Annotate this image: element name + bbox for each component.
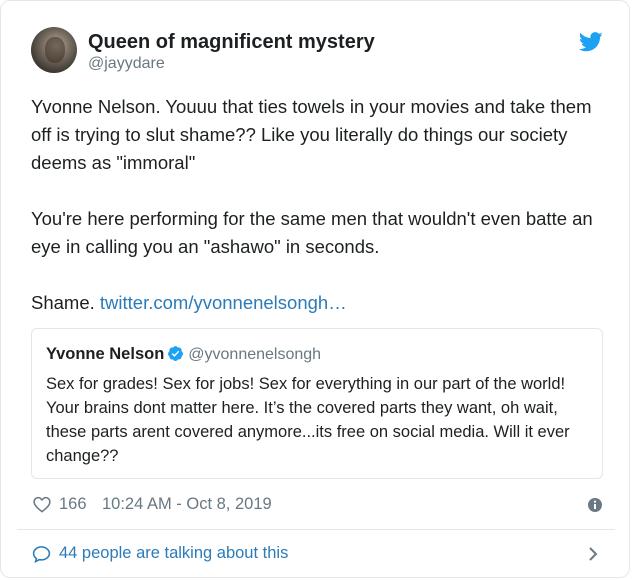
- speech-bubble-icon: [32, 546, 51, 563]
- conversation-label[interactable]: 44 people are talking about this: [59, 544, 288, 563]
- author-display-name[interactable]: Queen of magnificent mystery: [88, 31, 375, 54]
- footer-divider: [17, 529, 615, 530]
- chevron-right-icon[interactable]: [587, 546, 599, 562]
- verified-badge-icon: [168, 346, 184, 361]
- info-icon[interactable]: [587, 497, 603, 513]
- quoted-tweet-text: Sex for grades! Sex for jobs! Sex for ev…: [46, 375, 570, 465]
- quoted-tweet-header: Yvonne Nelson @yvonnenelsongh: [46, 345, 321, 364]
- tweet-paragraph: Yvonne Nelson. Youuu that ties towels in…: [31, 96, 592, 173]
- tweet-body: Yvonne Nelson. Youuu that ties towels in…: [31, 93, 606, 317]
- quoted-author-handle: @yvonnenelsongh: [188, 346, 322, 363]
- conversation-link[interactable]: 44 people are talking about this: [31, 542, 603, 566]
- tweet-header: Queen of magnificent mystery @jayydare: [31, 27, 603, 77]
- tweet-paragraph: You're here performing for the same men …: [31, 208, 593, 257]
- author-handle[interactable]: @jayydare: [88, 55, 165, 73]
- tweet-text-shame: Shame.: [31, 292, 95, 313]
- tweet-link[interactable]: twitter.com/yvonnenelsongh…: [100, 292, 347, 313]
- embedded-tweet-card: Queen of magnificent mystery @jayydare Y…: [0, 0, 630, 578]
- like-count[interactable]: 166: [59, 495, 87, 514]
- avatar[interactable]: [31, 27, 77, 73]
- tweet-meta: 166 10:24 AM - Oct 8, 2019: [31, 494, 603, 516]
- twitter-bird-icon[interactable]: [579, 32, 603, 52]
- tweet-timestamp[interactable]: 10:24 AM - Oct 8, 2019: [102, 495, 272, 514]
- tweet-paragraph: Shame. twitter.com/yvonnenelsongh…: [31, 289, 606, 317]
- quoted-author-name: Yvonne Nelson: [46, 345, 165, 363]
- quoted-tweet[interactable]: Yvonne Nelson @yvonnenelsongh Sex for gr…: [31, 328, 603, 479]
- heart-icon[interactable]: [33, 496, 51, 513]
